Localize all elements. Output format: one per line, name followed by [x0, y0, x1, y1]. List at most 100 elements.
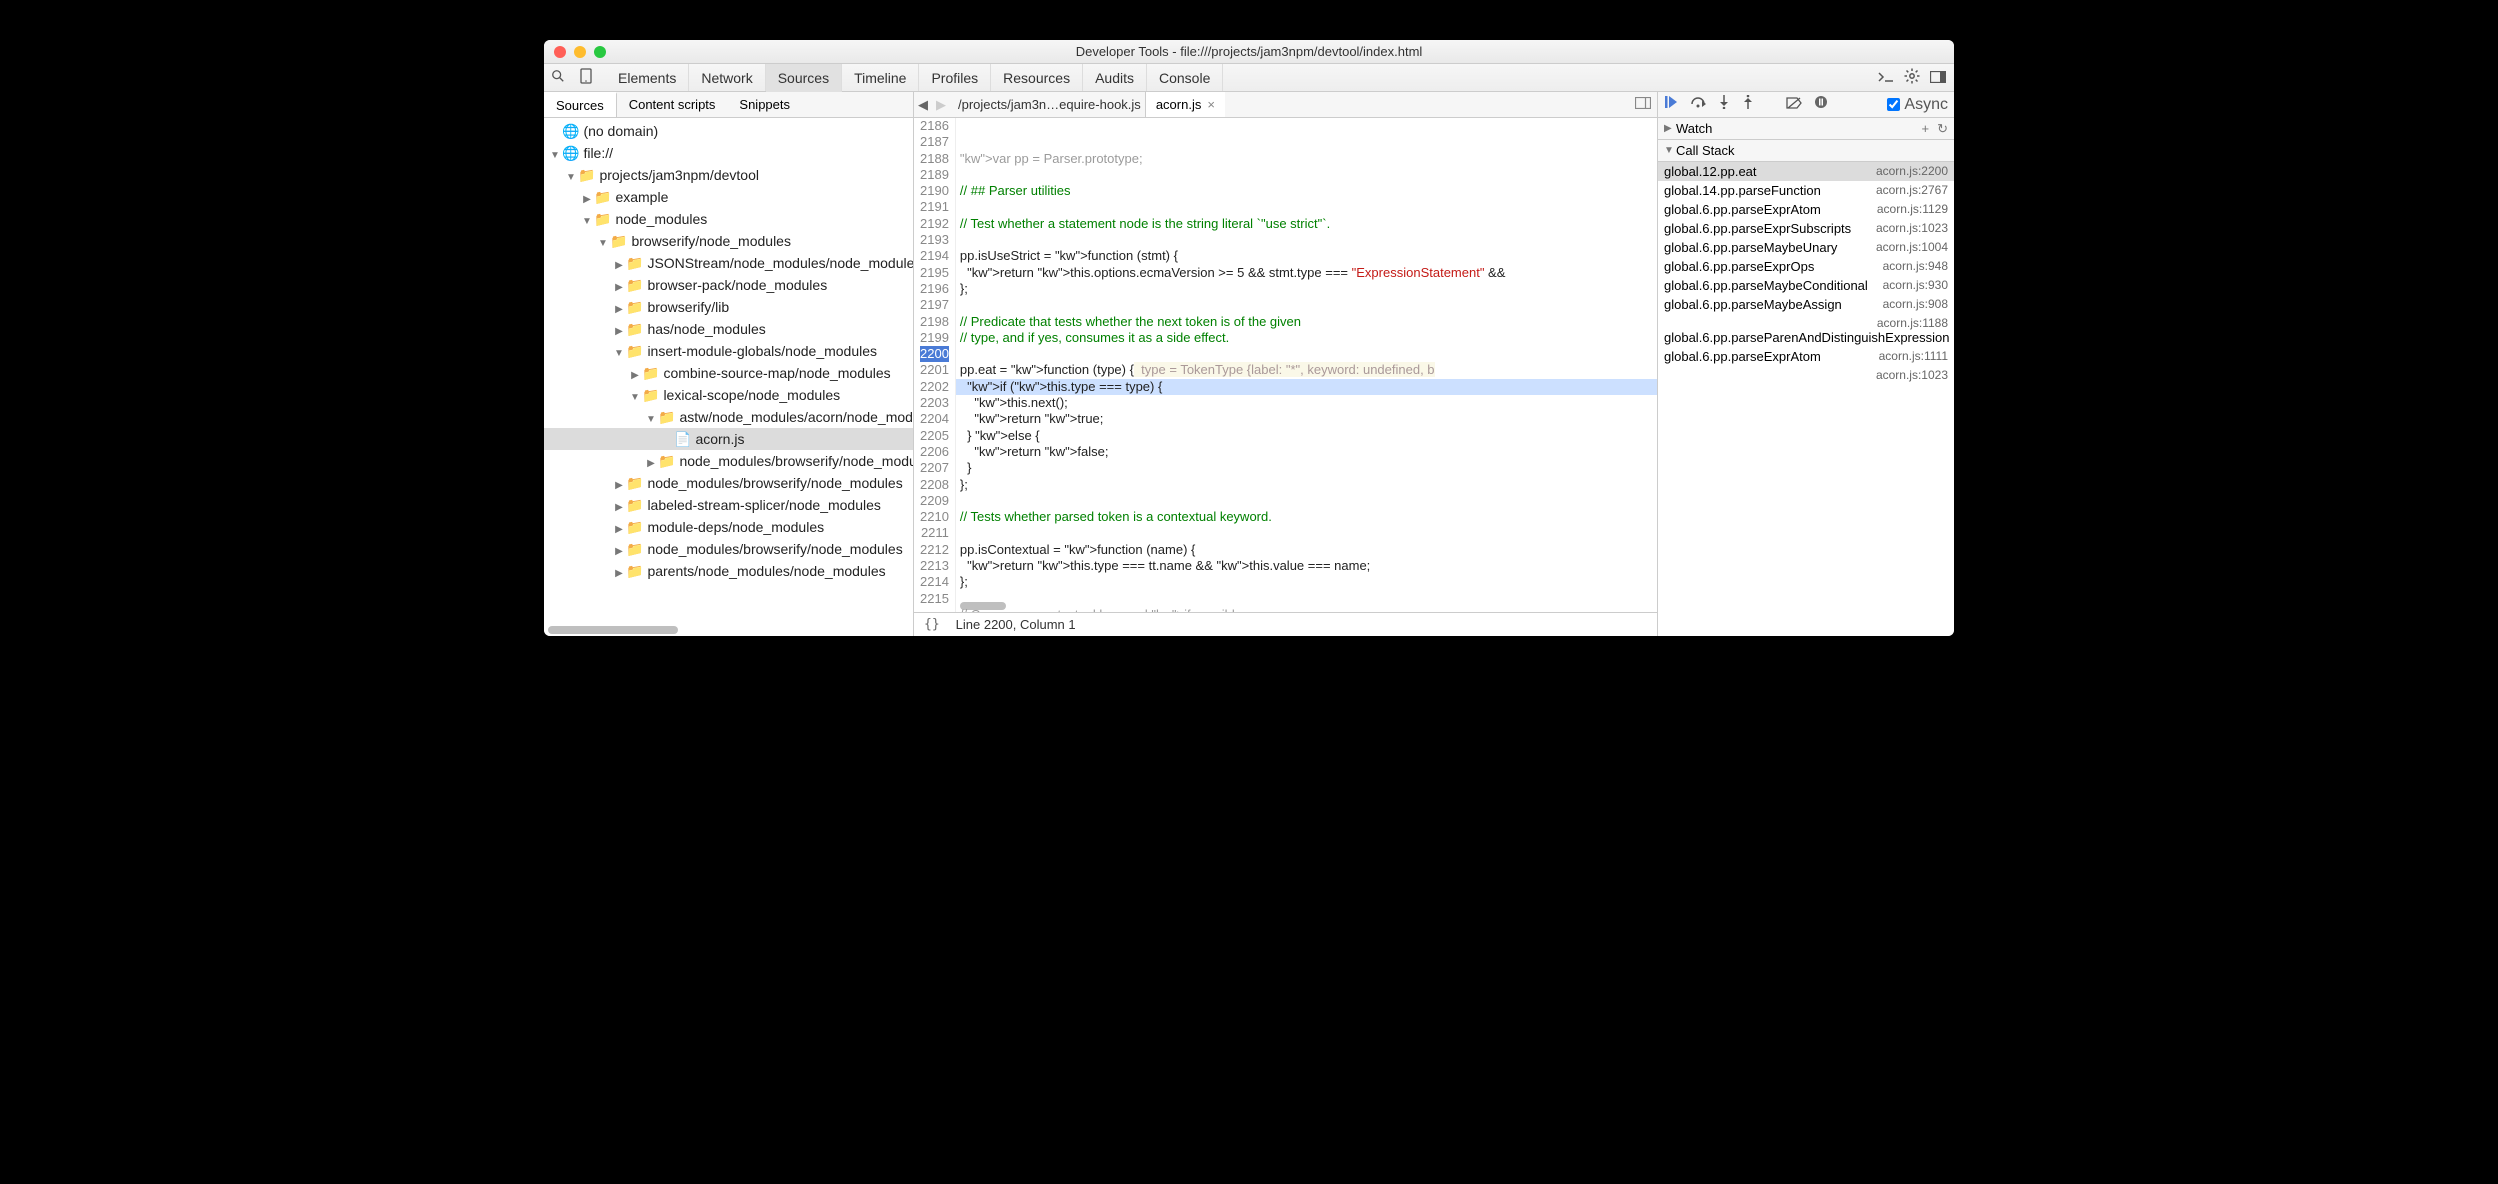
code-line[interactable] [956, 232, 1657, 248]
minimize-icon[interactable] [574, 46, 586, 58]
panel-tab-snippets[interactable]: Snippets [727, 92, 802, 117]
stack-frame[interactable]: acorn.js:2200global.12.pp.eat [1658, 162, 1954, 181]
editor-tab-acorn[interactable]: acorn.js × [1145, 92, 1225, 117]
tab-close-icon[interactable]: × [1207, 97, 1215, 112]
gutter-line[interactable]: 2189 [920, 167, 949, 183]
gutter-line[interactable]: 2215 [920, 591, 949, 607]
gutter-line[interactable]: 2210 [920, 509, 949, 525]
zoom-icon[interactable] [594, 46, 606, 58]
file-tree-folder[interactable]: ▶📁node_modules/browserify/node_modules [544, 450, 913, 472]
disclosure-icon[interactable]: ▼ [646, 409, 656, 431]
disclosure-icon[interactable]: ▼ [598, 233, 608, 255]
code-line[interactable]: "kw">return "kw">this.options.ecmaVersio… [956, 265, 1657, 281]
stack-frame[interactable]: acorn.js:2767global.14.pp.parseFunction [1658, 181, 1954, 200]
gutter-line[interactable]: 2191 [920, 199, 949, 215]
file-tree-folder[interactable]: ▶📁JSONStream/node_modules/node_modules [544, 252, 913, 274]
gutter-line[interactable]: 2192 [920, 216, 949, 232]
async-checkbox[interactable]: Async [1887, 96, 1948, 114]
main-tab-profiles[interactable]: Profiles [919, 64, 991, 91]
gutter-line[interactable]: 2195 [920, 265, 949, 281]
gutter-line[interactable]: 2208 [920, 477, 949, 493]
code-line[interactable]: pp.isContextual = "kw">function (name) { [956, 542, 1657, 558]
scrollbar-horizontal[interactable] [960, 602, 1006, 610]
stack-frame[interactable]: acorn.js:1111global.6.pp.parseExprAtom [1658, 347, 1954, 366]
stack-frame[interactable]: acorn.js:1023global.6.pp.parseExprSubscr… [1658, 219, 1954, 238]
code-line[interactable]: // Test whether a statement node is the … [956, 216, 1657, 232]
close-icon[interactable] [554, 46, 566, 58]
file-tree-folder[interactable]: ▼📁projects/jam3npm/devtool [544, 164, 913, 186]
gutter-line[interactable]: 2187 [920, 134, 949, 150]
deactivate-breakpoints-icon[interactable] [1786, 96, 1802, 114]
file-tree-folder[interactable]: ▶📁browser-pack/node_modules [544, 274, 913, 296]
settings-icon[interactable] [1904, 68, 1920, 87]
code-line[interactable]: // Tests whether parsed token is a conte… [956, 509, 1657, 525]
gutter-line[interactable]: 2205 [920, 428, 949, 444]
code-line[interactable]: // Consumes contextual keyword "kw">if p… [956, 607, 1657, 612]
gutter-line[interactable]: 2197 [920, 297, 949, 313]
code-line[interactable] [956, 297, 1657, 313]
disclosure-icon[interactable]: ▶ [614, 563, 624, 585]
breadcrumb[interactable]: /projects/jam3n…equire-hook.js [958, 97, 1141, 112]
disclosure-icon[interactable]: ▼ [630, 387, 640, 409]
file-tree-folder[interactable]: ▼📁lexical-scope/node_modules [544, 384, 913, 406]
code-line[interactable] [956, 199, 1657, 215]
console-toggle-icon[interactable] [1878, 70, 1894, 86]
gutter-line[interactable]: 2198 [920, 314, 949, 330]
gutter-line[interactable]: 2200 [920, 346, 949, 362]
stack-frame[interactable]: acorn.js:948global.6.pp.parseExprOps [1658, 257, 1954, 276]
gutter-line[interactable]: 2196 [920, 281, 949, 297]
gutter-line[interactable]: 2213 [920, 558, 949, 574]
file-tree-folder[interactable]: ▶📁has/node_modules [544, 318, 913, 340]
code-line[interactable] [956, 525, 1657, 541]
search-icon[interactable] [544, 69, 572, 86]
stack-frame[interactable]: acorn.js:1023 [1658, 366, 1954, 385]
pause-exceptions-icon[interactable] [1814, 95, 1828, 114]
code-line[interactable]: // Predicate that tests whether the next… [956, 314, 1657, 330]
braces-icon[interactable]: {} [924, 617, 940, 632]
gutter-line[interactable]: 2188 [920, 151, 949, 167]
disclosure-icon[interactable]: ▼ [582, 211, 592, 233]
file-tree-folder[interactable]: ▶📁module-deps/node_modules [544, 516, 913, 538]
add-watch-icon[interactable]: + [1922, 121, 1930, 137]
code-line[interactable]: "kw">if ("kw">this.type === type) { [956, 379, 1657, 395]
code-line[interactable]: } [956, 460, 1657, 476]
gutter-line[interactable]: 2204 [920, 411, 949, 427]
device-icon[interactable] [572, 68, 600, 87]
gutter-line[interactable]: 2207 [920, 460, 949, 476]
gutter-line[interactable]: 2206 [920, 444, 949, 460]
code-line[interactable]: pp.isUseStrict = "kw">function (stmt) { [956, 248, 1657, 264]
code-line[interactable]: // type, and if yes, consumes it as a si… [956, 330, 1657, 346]
code-line[interactable]: } "kw">else { [956, 428, 1657, 444]
file-tree-folder[interactable]: ▶📁combine-source-map/node_modules [544, 362, 913, 384]
gutter-line[interactable]: 2194 [920, 248, 949, 264]
gutter-line[interactable]: 2209 [920, 493, 949, 509]
disclosure-icon[interactable]: ▼ [566, 167, 576, 189]
code-line[interactable]: pp.eat = "kw">function (type) { type = T… [956, 362, 1657, 378]
gutter-line[interactable]: 2199 [920, 330, 949, 346]
gutter-line[interactable]: 2211 [920, 525, 949, 541]
file-tree-folder[interactable]: ▼📁astw/node_modules/acorn/node_modules [544, 406, 913, 428]
file-tree-folder[interactable]: ▼📁browserify/node_modules [544, 230, 913, 252]
disclosure-icon[interactable]: ▼ [614, 343, 624, 365]
code-line[interactable]: "kw">return "kw">true; [956, 411, 1657, 427]
code-line[interactable]: "kw">var pp = Parser.prototype; [956, 151, 1657, 167]
file-tree-folder[interactable]: ▼🌐file:// [544, 142, 913, 164]
gutter-line[interactable]: 2212 [920, 542, 949, 558]
resume-icon[interactable] [1664, 95, 1678, 114]
file-tree-folder[interactable]: ▶📁parents/node_modules/node_modules [544, 560, 913, 582]
code-line[interactable]: "kw">this.next(); [956, 395, 1657, 411]
code-line[interactable]: }; [956, 281, 1657, 297]
code-line[interactable]: }; [956, 477, 1657, 493]
gutter-line[interactable]: 2201 [920, 362, 949, 378]
gutter-line[interactable]: 2193 [920, 232, 949, 248]
file-tree-folder[interactable]: ▶📁node_modules/browserify/node_modules [544, 472, 913, 494]
panel-tab-content-scripts[interactable]: Content scripts [617, 92, 728, 117]
stack-frame[interactable]: acorn.js:1004global.6.pp.parseMaybeUnary [1658, 238, 1954, 257]
main-tab-network[interactable]: Network [689, 64, 765, 91]
step-into-icon[interactable] [1718, 95, 1730, 114]
main-tab-elements[interactable]: Elements [606, 64, 689, 91]
code-line[interactable] [956, 167, 1657, 183]
main-tab-console[interactable]: Console [1147, 64, 1223, 91]
step-out-icon[interactable] [1742, 95, 1754, 114]
gutter-line[interactable]: 2202 [920, 379, 949, 395]
